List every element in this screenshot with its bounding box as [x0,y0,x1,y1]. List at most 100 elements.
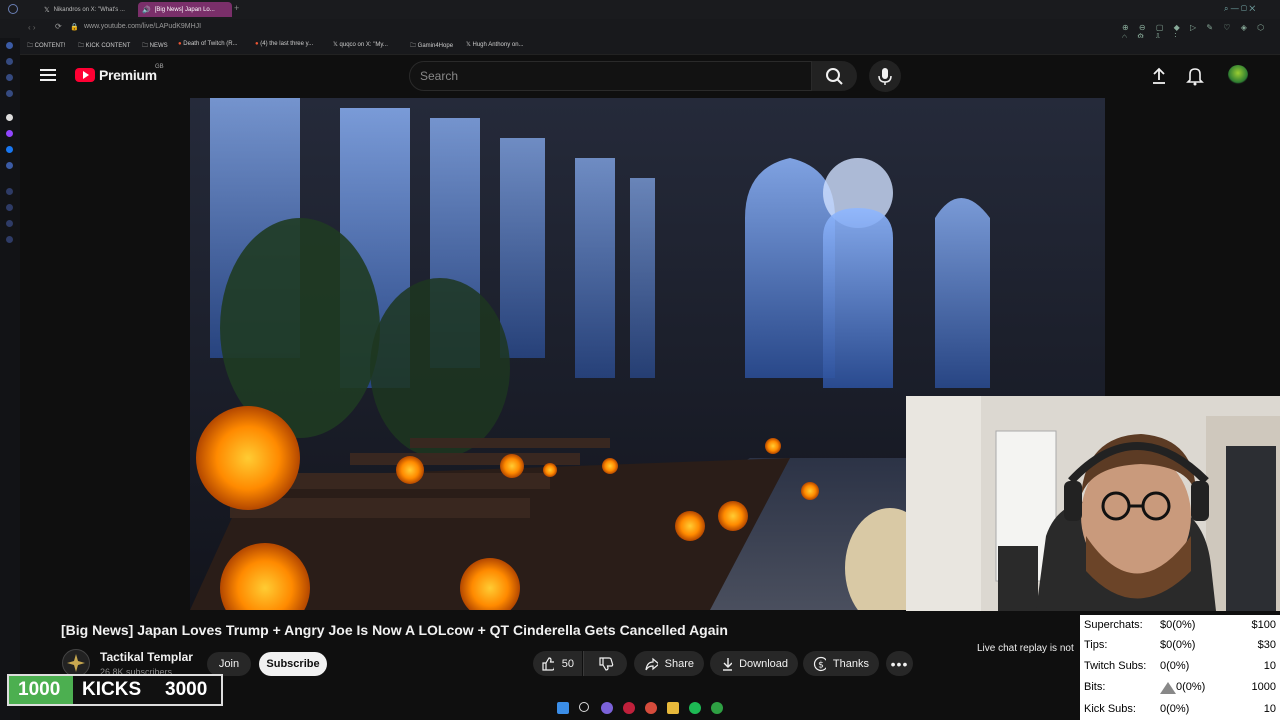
sidebar-app-icon[interactable] [6,220,13,227]
taskbar-search-icon[interactable] [579,702,589,712]
thumbs-up-icon [542,656,554,671]
notifications-bell-icon[interactable] [1186,66,1204,91]
file-explorer-icon[interactable] [667,702,679,714]
spotify-icon[interactable] [689,702,701,714]
stats-row: Kick Subs: 0(0%) 10 [1084,699,1276,719]
browser-sidebar [0,38,20,720]
sidebar-app-icon[interactable] [6,162,13,169]
account-avatar[interactable] [1228,65,1248,85]
twitch-icon[interactable] [6,130,13,137]
stats-value: 0(0%) [1160,660,1190,672]
stats-row: Tips: $0(0%) $30 [1084,635,1276,655]
channel-avatar[interactable] [62,649,90,677]
sidebar-app-icon[interactable] [6,74,13,81]
microphone-icon [878,68,892,85]
browser-logo-icon [8,4,18,14]
donation-stats-overlay: Superchats: $0(0%) $100 Tips: $0(0%) $30 Twi… [1080,615,1280,720]
download-button[interactable]: Download [710,651,798,676]
channel-name[interactable]: Tactikal Templar [100,650,193,664]
more-actions-button[interactable]: ••• [886,651,913,676]
bookmark-item[interactable]: 𝕏 Hugh Anthony on... [466,41,524,48]
nav-back-icon[interactable]: ‹ › [28,23,36,32]
sidebar-app-icon[interactable] [6,204,13,211]
browser-tab-active[interactable]: 🔊 [Big News] Japan Lo... [138,2,232,17]
thanks-button[interactable]: $ Thanks [803,651,879,676]
stats-goal: 1000 [1251,681,1276,693]
logo-text[interactable]: Premium [99,67,157,83]
stats-label: Superchats: [1084,619,1143,631]
stats-row: Bits: 0(0%) 1000 [1084,677,1276,697]
more-horizontal-icon: ••• [890,655,909,672]
bookmark-label: KICK CONTENT [85,43,131,49]
chat-replay-notice: Live chat replay is not [977,643,1074,654]
search-button[interactable] [812,61,857,91]
bookmark-item[interactable]: 𝕏 quqco on X: "My... [333,41,388,48]
kicks-current: 1000 [18,679,61,700]
bookmark-item[interactable]: ● (4) the last three y... [255,41,313,47]
search-placeholder: Search [420,69,459,83]
thumbs-down-icon [598,656,613,671]
search-input[interactable] [409,61,812,91]
bookmark-label: Hugh Anthony on... [472,42,524,48]
sidebar-app-icon[interactable] [6,188,13,195]
reload-icon[interactable]: ⟳ [55,22,62,31]
stats-value: 0(0%) [1160,703,1190,715]
svg-text:$: $ [818,660,824,670]
like-button[interactable]: 50 [533,651,582,676]
stats-goal: 10 [1263,703,1276,715]
windows-start-icon[interactable] [557,702,569,714]
bookmark-item[interactable]: 🗀 NEWS [142,41,168,51]
discord-icon[interactable] [601,702,613,714]
sidebar-app-icon[interactable] [6,114,13,121]
messenger-icon[interactable] [6,146,13,153]
xbox-icon[interactable] [711,702,723,714]
lock-icon: 🔒 [70,24,79,31]
bookmark-label: Gamin4Hope [417,43,454,49]
bookmark-item[interactable]: ● Death of Twitch (R... [178,41,238,47]
sidebar-app-icon[interactable] [6,90,13,97]
browser-tab[interactable]: 𝕏 Nikandros on X: "What's ... [40,2,132,17]
stats-label: Kick Subs: [1084,703,1136,715]
bookmark-item[interactable]: 🗀 Gamin4Hope [410,41,453,51]
opera-icon[interactable] [623,702,635,714]
kicks-label: KICKS [82,679,142,700]
join-button[interactable]: Join [207,652,251,676]
share-button[interactable]: Share [634,651,704,676]
stats-value: 0(0%) [1176,681,1206,693]
youtube-logo-icon[interactable] [75,68,95,82]
speaker-icon: 🔊 [142,6,151,14]
video-title: [Big News] Japan Loves Trump + Angry Joe… [61,622,728,638]
bookmark-label: NEWS [149,43,168,49]
dislike-button[interactable] [583,651,627,676]
bookmark-item[interactable]: 🗀 CONTENT! [27,41,65,51]
tab-label: Nikandros on X: "What's ... [53,6,125,13]
menu-icon[interactable] [40,67,56,81]
stats-label: Twitch Subs: [1084,660,1147,672]
bookmark-label: quqco on X: "My... [339,42,388,48]
bookmark-item[interactable]: 🗀 KICK CONTENT [78,41,130,51]
tab-label: [Big News] Japan Lo... [154,6,215,13]
sidebar-app-icon[interactable] [6,42,13,49]
thanks-heart-dollar-icon: $ [813,656,826,671]
templar-cross-icon [67,654,85,672]
bookmark-label: (4) the last three y... [260,41,314,47]
bookmark-label: Death of Twitch (R... [183,41,238,47]
kicks-goal: 3000 [165,679,208,700]
bookmark-label: CONTENT! [34,43,66,49]
like-count: 50 [561,657,574,670]
search-icon [826,68,843,85]
stats-row: Twitch Subs: 0(0%) 10 [1084,656,1276,676]
subscribe-button[interactable]: Subscribe [259,652,327,676]
browser-tab-bar: 𝕏 Nikandros on X: "What's ... 🔊 [Big News]… [0,0,1280,19]
upload-icon[interactable] [1150,66,1168,91]
settings-icon[interactable] [6,236,13,243]
stats-value: $0(0%) [1160,619,1196,631]
url-text[interactable]: www.youtube.com/live/LAPudK9MHJI [84,23,201,30]
region-code: GB [155,64,164,70]
new-tab-icon[interactable]: + [234,3,239,13]
browser-taskbar-icon[interactable] [645,702,657,714]
voice-search-button[interactable] [869,60,901,92]
window-controls-icon[interactable]: ⌕ — ▢ ✕ [1224,4,1255,14]
sidebar-app-icon[interactable] [6,58,13,65]
webcam-overlay [906,396,1280,611]
